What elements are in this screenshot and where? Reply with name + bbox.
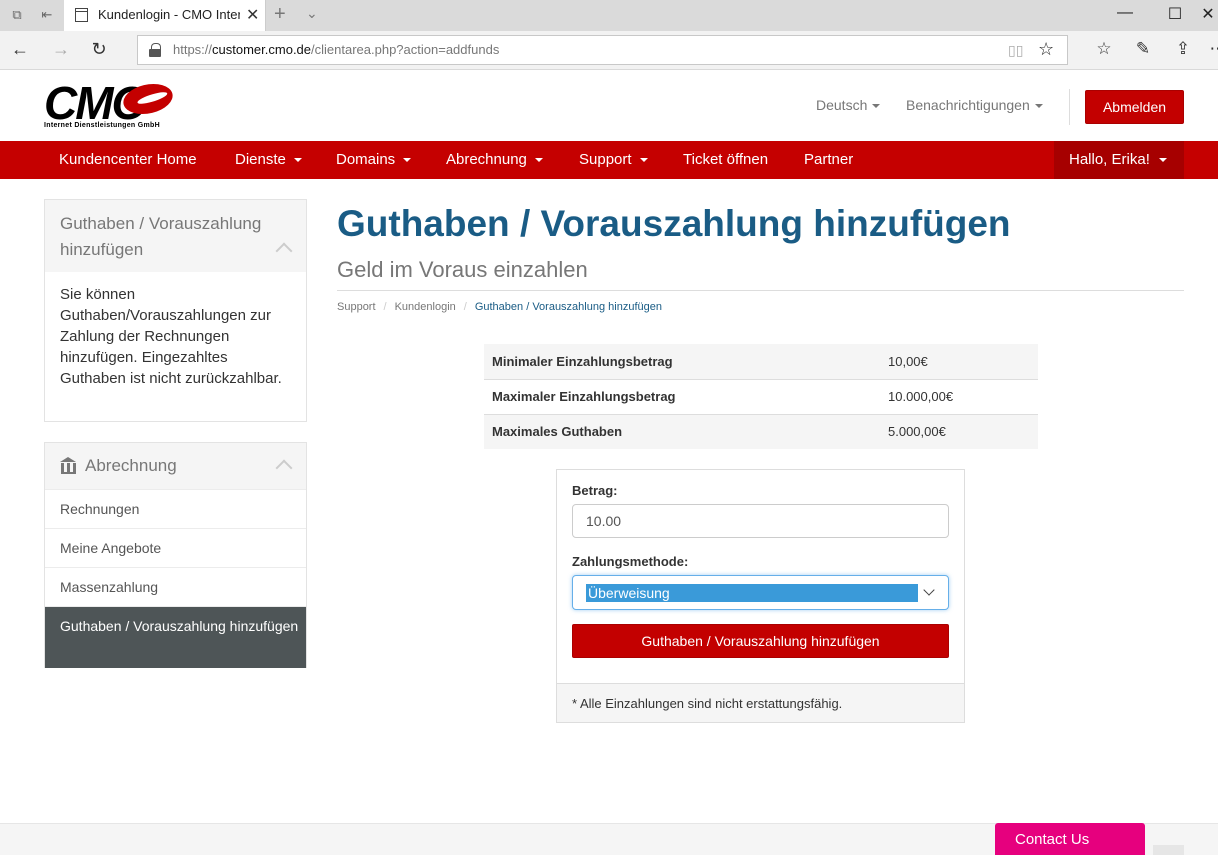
refresh-icon[interactable]: ↻ bbox=[88, 39, 110, 60]
bank-icon bbox=[60, 457, 77, 474]
caret-down-icon bbox=[1034, 104, 1043, 109]
deposit-limits-table: Minimaler Einzahlungsbetrag 10,00€ Maxim… bbox=[484, 344, 1038, 449]
limit-label: Minimaler Einzahlungsbetrag bbox=[484, 344, 880, 379]
nav-item-partner[interactable]: Partner bbox=[804, 141, 853, 179]
payment-method-label: Zahlungsmethode: bbox=[572, 554, 689, 569]
caret-down-icon bbox=[1158, 158, 1167, 163]
lock-icon bbox=[149, 43, 161, 57]
sidebar-item-mass-payment[interactable]: Massenzahlung bbox=[45, 567, 306, 606]
billing-panel-title: Abrechnung bbox=[85, 456, 177, 475]
favorites-hub-icon[interactable]: ☆ bbox=[1093, 39, 1115, 59]
minimize-icon[interactable]: — bbox=[1115, 4, 1135, 22]
payment-method-selected: Überweisung bbox=[586, 584, 918, 602]
limit-value: 10.000,00€ bbox=[880, 378, 1038, 414]
logo-subtitle: Internet Dienstleistungen GmbH bbox=[44, 122, 160, 129]
billing-panel-header[interactable]: Abrechnung bbox=[45, 443, 306, 489]
sidebar-billing-panel: Abrechnung Rechnungen Meine Angebote Mas… bbox=[44, 442, 307, 668]
close-tab-icon[interactable]: ✕ bbox=[246, 5, 259, 25]
new-tab-icon[interactable]: + bbox=[274, 3, 286, 26]
tab-preview-chevron-icon[interactable]: ⌄ bbox=[306, 5, 318, 22]
contact-us-button[interactable]: Contact Us bbox=[995, 823, 1145, 855]
add-funds-form: Betrag: Zahlungsmethode: Überweisung Gut… bbox=[556, 469, 965, 723]
limit-value: 5.000,00€ bbox=[880, 413, 1038, 449]
web-note-icon[interactable]: ✎ bbox=[1132, 39, 1154, 59]
limit-label: Maximales Guthaben bbox=[484, 413, 880, 449]
main-nav: Kundencenter Home Dienste Domains Abrech… bbox=[0, 141, 1218, 179]
nav-item-billing[interactable]: Abrechnung bbox=[446, 141, 543, 179]
breadcrumb: Support / Kundenlogin / Guthaben / Vorauszah… bbox=[337, 301, 662, 313]
info-panel-body: Sie können Guthaben/Vorauszahlungen zur … bbox=[60, 286, 282, 387]
share-icon[interactable]: ⇪ bbox=[1172, 39, 1194, 59]
tab-set-aside-icon[interactable]: ⧉ bbox=[9, 7, 25, 23]
sidebar-item-quotes[interactable]: Meine Angebote bbox=[45, 528, 306, 567]
browser-tab-bar: ⧉ ⇤ Kundenlogin - CMO Internet Dienstlei… bbox=[0, 0, 1218, 31]
caret-down-icon bbox=[403, 158, 412, 163]
page-icon bbox=[75, 8, 88, 22]
caret-down-icon bbox=[293, 158, 302, 163]
close-window-icon[interactable]: ✕ bbox=[1198, 4, 1218, 24]
nav-item-services[interactable]: Dienste bbox=[235, 141, 302, 179]
limit-label: Maximaler Einzahlungsbetrag bbox=[484, 378, 880, 414]
page-subtitle: Geld im Voraus einzahlen bbox=[337, 257, 588, 282]
page-title: Guthaben / Vorauszahlung hinzufügen bbox=[337, 203, 1011, 244]
nav-item-open-ticket[interactable]: Ticket öffnen bbox=[683, 141, 768, 179]
scroll-to-top-button[interactable] bbox=[1153, 845, 1184, 855]
breadcrumb-client-login[interactable]: Kundenlogin bbox=[395, 301, 456, 313]
payment-method-select[interactable]: Überweisung bbox=[572, 575, 949, 610]
caret-down-icon bbox=[534, 158, 543, 163]
cmo-logo[interactable]: CMO Internet Dienstleistungen GmbH bbox=[44, 77, 178, 132]
form-footnote: * Alle Einzahlungen sind nicht erstattun… bbox=[557, 683, 964, 722]
add-funds-button[interactable]: Guthaben / Vorauszahlung hinzufügen bbox=[572, 624, 949, 658]
nav-item-home[interactable]: Kundencenter Home bbox=[59, 141, 197, 179]
nav-item-support[interactable]: Support bbox=[579, 141, 648, 179]
tab-title: Kundenlogin - CMO Internet Dienstleistun… bbox=[98, 7, 240, 22]
limit-value: 10,00€ bbox=[880, 344, 1038, 379]
url-field[interactable]: https://customer.cmo.de/clientarea.php?a… bbox=[137, 35, 1068, 65]
caret-down-icon bbox=[872, 104, 881, 109]
header-divider bbox=[1069, 89, 1070, 125]
chevron-down-icon bbox=[923, 584, 935, 596]
caret-down-icon bbox=[639, 158, 648, 163]
chevron-up-icon[interactable] bbox=[275, 459, 293, 477]
sidebar-item-invoices[interactable]: Rechnungen bbox=[45, 489, 306, 528]
chevron-up-icon[interactable] bbox=[275, 242, 293, 260]
site-header: CMO Internet Dienstleistungen GmbH Deuts… bbox=[0, 71, 1218, 141]
more-icon[interactable]: ⋯ bbox=[1207, 39, 1218, 59]
back-icon[interactable]: ← bbox=[9, 39, 31, 60]
favorite-star-icon[interactable]: ☆ bbox=[1038, 39, 1054, 60]
title-divider bbox=[337, 290, 1184, 291]
reading-view-icon[interactable]: ▯▯ bbox=[1008, 42, 1023, 59]
sidebar-item-add-funds[interactable]: Guthaben / Vorauszahlung hinzufügen bbox=[45, 606, 306, 668]
table-row: Minimaler Einzahlungsbetrag 10,00€ bbox=[484, 344, 1038, 379]
amount-label: Betrag: bbox=[572, 483, 618, 498]
nav-item-domains[interactable]: Domains bbox=[336, 141, 412, 179]
sidebar-info-panel: Guthaben / Vorauszahlung hinzufügen Sie … bbox=[44, 199, 307, 422]
maximize-icon[interactable]: ☐ bbox=[1165, 4, 1185, 24]
notifications-dropdown[interactable]: Benachrichtigungen bbox=[906, 97, 1043, 113]
amount-input[interactable] bbox=[572, 504, 949, 538]
browser-tab[interactable]: Kundenlogin - CMO Internet Dienstleistun… bbox=[64, 0, 266, 31]
table-row: Maximales Guthaben 5.000,00€ bbox=[484, 413, 1038, 449]
breadcrumb-support[interactable]: Support bbox=[337, 301, 376, 313]
language-dropdown[interactable]: Deutsch bbox=[816, 97, 881, 113]
table-row: Maximaler Einzahlungsbetrag 10.000,00€ bbox=[484, 378, 1038, 414]
user-menu[interactable]: Hallo, Erika! bbox=[1054, 141, 1184, 179]
tab-restore-icon[interactable]: ⇤ bbox=[39, 7, 55, 23]
forward-icon[interactable]: → bbox=[50, 39, 72, 60]
info-panel-header[interactable]: Guthaben / Vorauszahlung hinzufügen bbox=[45, 200, 306, 272]
url-text: https://customer.cmo.de/clientarea.php?a… bbox=[173, 42, 500, 57]
logout-button[interactable]: Abmelden bbox=[1085, 90, 1184, 124]
info-panel-title: Guthaben / Vorauszahlung hinzufügen bbox=[60, 214, 262, 259]
breadcrumb-current: Guthaben / Vorauszahlung hinzufügen bbox=[474, 301, 662, 313]
browser-address-bar: ← → ↻ https://customer.cmo.de/clientarea… bbox=[0, 31, 1218, 70]
